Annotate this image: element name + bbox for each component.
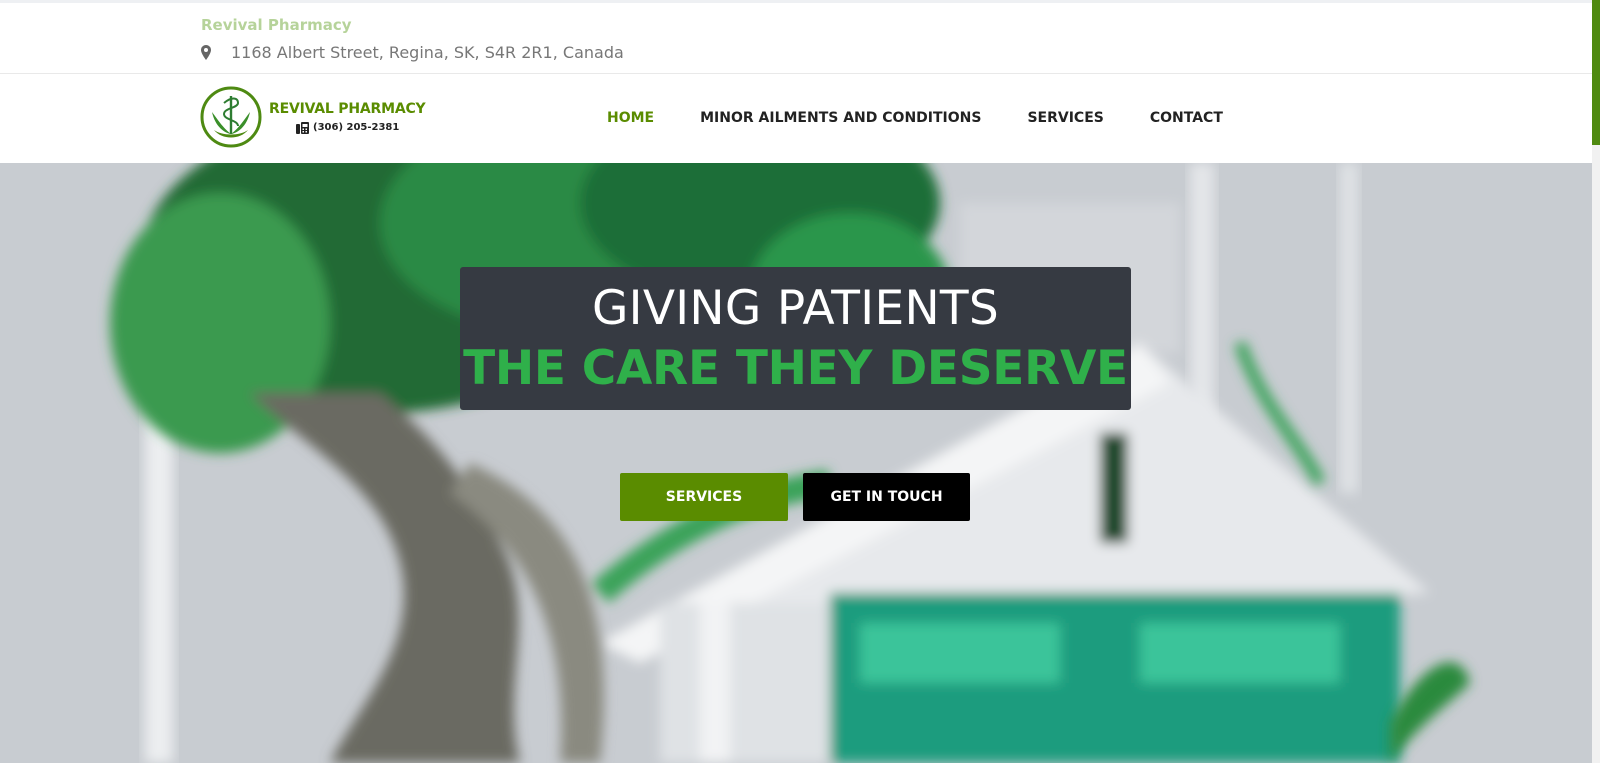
main-nav: HOME MINOR AILMENTS AND CONDITIONS SERVI… [607, 110, 1223, 126]
services-button[interactable]: SERVICES [620, 473, 788, 521]
nav-item-contact[interactable]: CONTACT [1150, 110, 1223, 126]
phone-icon [296, 121, 309, 134]
hero-headline-line1: GIVING PATIENTS [591, 281, 1000, 336]
logo[interactable]: REVIVAL PHARMACY (306) 205-2381 [200, 86, 426, 148]
page: Revival Pharmacy 1168 Albert Street, Reg… [0, 0, 1600, 763]
hero-headline-box: GIVING PATIENTS THE CARE THEY DESERVE [460, 267, 1131, 410]
logo-text: REVIVAL PHARMACY (306) 205-2381 [269, 100, 426, 134]
top-info-bar: Revival Pharmacy 1168 Albert Street, Reg… [0, 3, 1592, 74]
logo-phone: (306) 205-2381 [313, 122, 400, 133]
hero-headline-line2: THE CARE THEY DESERVE [463, 341, 1128, 396]
nav-item-home[interactable]: HOME [607, 110, 654, 126]
hero-background-image [0, 163, 1592, 763]
logo-emblem-icon [200, 86, 262, 148]
logo-name: REVIVAL PHARMACY [269, 100, 426, 117]
nav-item-minor-ailments[interactable]: MINOR AILMENTS AND CONDITIONS [700, 110, 981, 126]
nav-item-services[interactable]: SERVICES [1027, 110, 1103, 126]
address-text: 1168 Albert Street, Regina, SK, S4R 2R1,… [231, 43, 624, 62]
scrollbar-thumb[interactable] [1592, 0, 1600, 145]
get-in-touch-button[interactable]: GET IN TOUCH [803, 473, 970, 521]
site-header: REVIVAL PHARMACY (306) 205-2381 HOME MIN… [0, 75, 1592, 163]
logo-phone-row: (306) 205-2381 [296, 121, 425, 134]
map-pin-icon [201, 45, 211, 60]
address-row: 1168 Albert Street, Regina, SK, S4R 2R1,… [201, 43, 624, 62]
site-name[interactable]: Revival Pharmacy [201, 16, 352, 34]
hero-section: GIVING PATIENTS THE CARE THEY DESERVE SE… [0, 163, 1592, 763]
